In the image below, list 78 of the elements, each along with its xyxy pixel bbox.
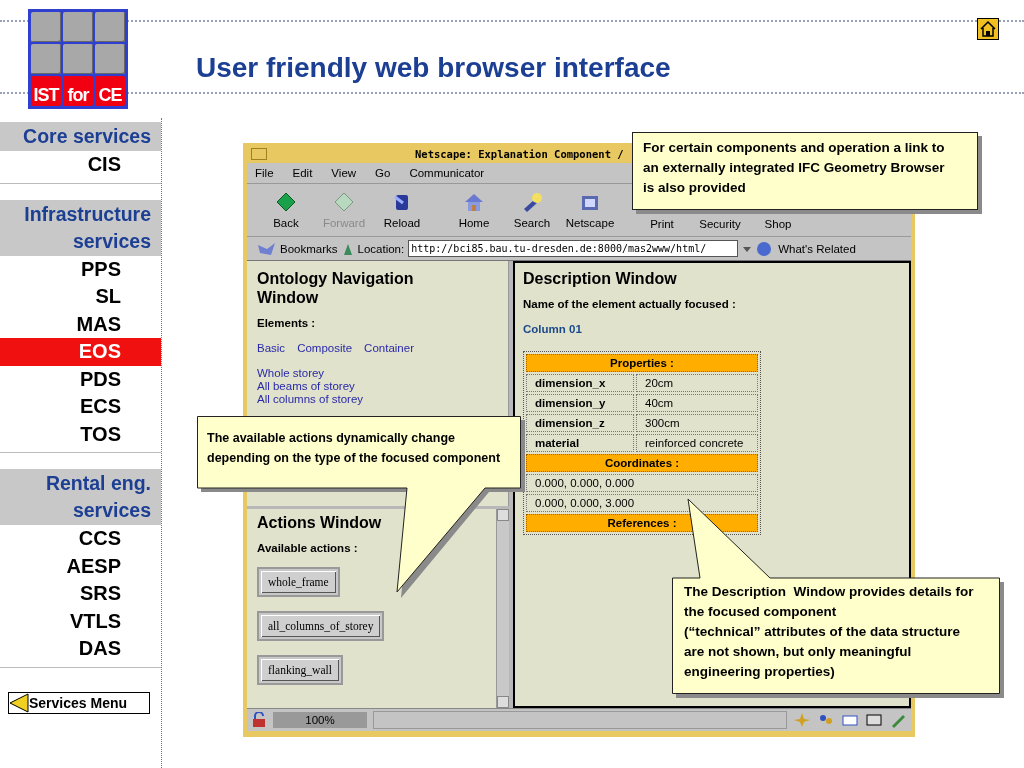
url-field[interactable]: http://bci85.bau.tu-dresden.de:8000/mas2www/html/: [408, 240, 739, 257]
nav-item[interactable]: SRS: [0, 580, 161, 608]
house-icon: [463, 191, 485, 213]
nav-item[interactable]: CCS: [0, 525, 161, 553]
services-menu-button[interactable]: Services Menu: [8, 691, 150, 714]
section-heading: Core services: [0, 122, 161, 151]
window-menu-button[interactable]: [251, 148, 267, 160]
category-link[interactable]: Composite: [297, 342, 353, 354]
section-heading: Properties :: [526, 354, 758, 372]
property-value: reinforced concrete: [636, 434, 758, 452]
nav-item[interactable]: PDS: [0, 365, 161, 393]
menu-item[interactable]: Go: [375, 167, 391, 179]
property-name: dimension_x: [526, 374, 634, 392]
section-heading: References :: [526, 514, 758, 532]
frame-heading: Description Window: [523, 269, 678, 288]
forward-arrow-icon: [333, 191, 355, 213]
property-value: 300cm: [636, 414, 758, 432]
storey-link[interactable]: All columns of storey: [257, 393, 498, 406]
nav-item[interactable]: EOS: [0, 338, 161, 366]
menu-item[interactable]: File: [255, 167, 274, 179]
nav-item[interactable]: DAS: [0, 635, 161, 663]
action-button[interactable]: all_columns_of_storey: [257, 611, 385, 641]
nav-item[interactable]: ECS: [0, 393, 161, 421]
card-icon[interactable]: [865, 712, 883, 728]
bookmarks-button[interactable]: Bookmarks: [257, 241, 338, 256]
callout-text: The available actions dynamically change depending on the type of the focused component: [207, 430, 501, 467]
focused-element-link[interactable]: Column 01: [523, 323, 901, 335]
category-link[interactable]: Container: [364, 342, 414, 354]
property-value: 20cm: [636, 374, 758, 392]
property-name: material: [526, 434, 634, 452]
left-arrow-icon: [9, 692, 29, 713]
property-name: dimension_y: [526, 394, 634, 412]
toolbar-button[interactable]: Reload: [373, 184, 431, 236]
nav-item[interactable]: AESP: [0, 552, 161, 580]
property-name: dimension_z: [526, 414, 634, 432]
back-arrow-icon: [275, 191, 297, 213]
callout-text: The Description Window provides details for the focused component (“technical” attributes of the data structure are not shown, but only meaningful engineering properties): [684, 583, 974, 681]
storey-link[interactable]: All beams of storey: [257, 380, 498, 393]
lock-icon: [251, 712, 267, 728]
nav-item[interactable]: SL: [0, 283, 161, 311]
actions-label: Available actions :: [257, 542, 359, 554]
toolbar-button[interactable]: Back: [257, 184, 315, 236]
nav-item[interactable]: PPS: [0, 255, 161, 283]
home-icon[interactable]: [977, 18, 999, 40]
toolbar-button[interactable]: Search: [503, 184, 561, 236]
toolbar-button[interactable]: Shop: [749, 218, 807, 230]
toolbar-button[interactable]: Home: [445, 184, 503, 236]
section-heading: Coordinates :: [526, 454, 758, 472]
nav-item[interactable]: TOS: [0, 420, 161, 448]
focused-label: Name of the element actually focused :: [523, 298, 737, 310]
section-heading: Infrastructure services: [0, 199, 161, 256]
menu-item[interactable]: Communicator: [409, 167, 485, 179]
message-icon[interactable]: [841, 712, 859, 728]
toolbar-button[interactable]: Print: [633, 218, 691, 230]
coordinate-value: 0.000, 0.000, 0.000: [526, 474, 758, 492]
action-button[interactable]: whole_frame: [257, 567, 340, 597]
nav-item[interactable]: MAS: [0, 310, 161, 338]
scrollbar[interactable]: [496, 509, 509, 708]
property-value: 40cm: [636, 394, 758, 412]
logo: IST for CE: [28, 9, 128, 109]
elements-label: Elements :: [257, 317, 317, 329]
nav-item[interactable]: VTLS: [0, 607, 161, 635]
section-heading: Rental eng. services: [0, 469, 161, 525]
storey-link[interactable]: Whole storey: [257, 367, 498, 380]
frame-heading: Ontology Navigation Window: [257, 269, 415, 307]
action-button[interactable]: flanking_wall: [257, 655, 343, 685]
progress-readout: 100%: [273, 712, 367, 728]
menu-item[interactable]: Edit: [292, 167, 313, 179]
toolbar-button[interactable]: Security: [691, 218, 749, 230]
category-link[interactable]: Basic: [257, 342, 286, 354]
menu-item[interactable]: View: [331, 167, 357, 179]
nav-item[interactable]: CIS: [0, 151, 161, 179]
window-title: Netscape: Explanation Component /: [414, 148, 624, 160]
bookmark-icon: [257, 241, 277, 256]
frame-heading: Actions Window: [257, 513, 383, 532]
location-label: Location:: [357, 242, 405, 255]
whats-related-button[interactable]: What's Related: [778, 242, 856, 255]
toolbar-button[interactable]: Netscape: [561, 184, 619, 236]
